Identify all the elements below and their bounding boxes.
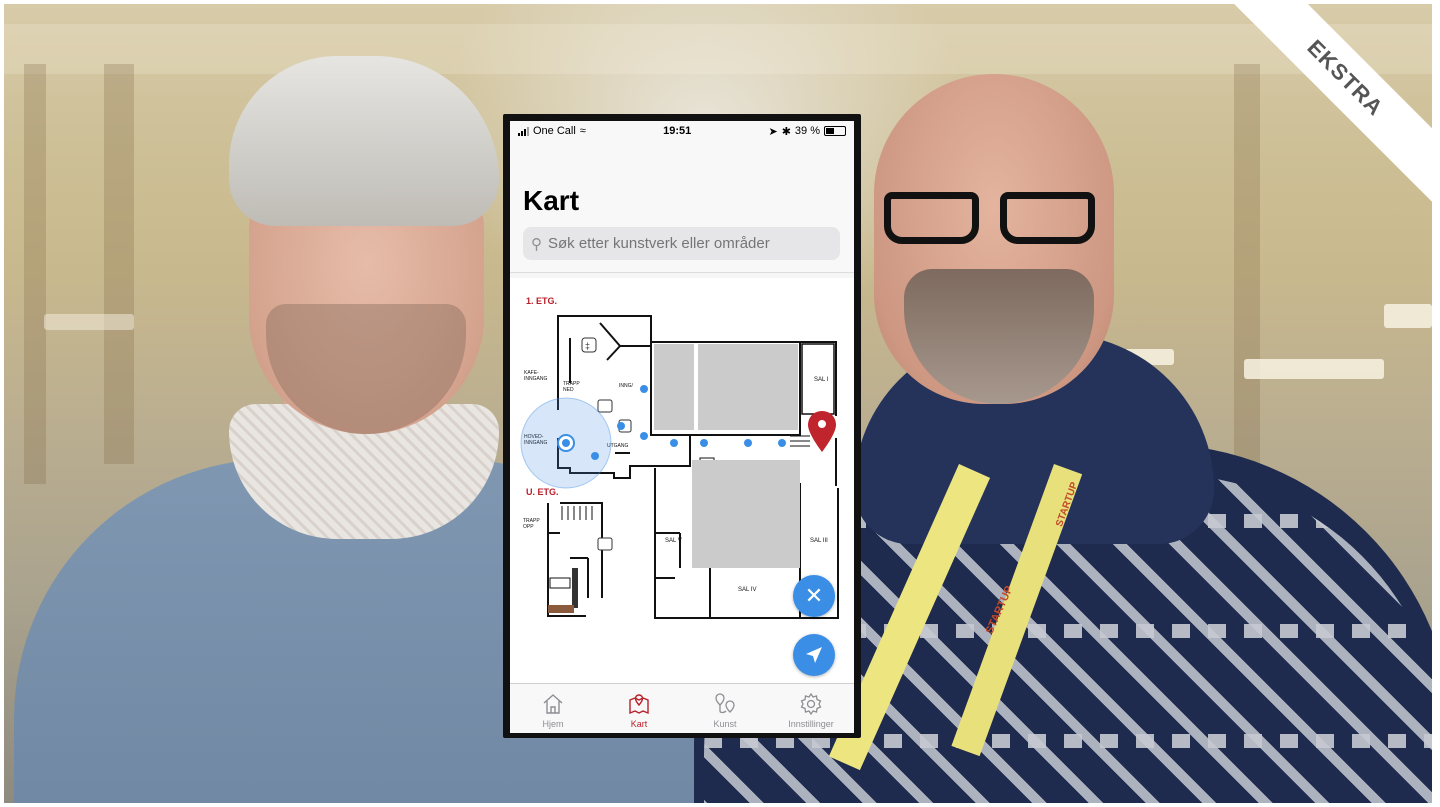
destination-pin-icon [808,411,836,452]
svg-text:NED: NED [563,387,574,393]
pins-icon [715,693,735,714]
clock: 19:51 [663,125,692,137]
map-header: Kart ⚲ [510,141,854,273]
close-icon: ✕ [804,583,824,608]
wifi-icon: ≈ [579,125,586,137]
svg-text:SAL V: SAL V [665,538,682,544]
status-bar: One Call ≈ 19:51 ➤ ✱ 39 % [510,121,854,141]
toilet-icon-lower [597,537,613,551]
battery-percent: 39 % [794,125,820,137]
locate-me-button[interactable] [793,634,835,676]
tab-innstillinger[interactable]: Innstillinger [768,684,854,733]
tab-kunst[interactable]: Kunst [682,684,768,733]
location-arrow-icon [806,647,822,663]
tab-bar: Hjem Kart Kunst Innstillinger [510,683,854,733]
signal-icon [518,126,529,136]
svg-text:SAL I: SAL I [814,377,829,383]
gear-icon [800,692,822,716]
home-icon [543,694,563,714]
toilet-icon [597,399,613,413]
close-route-button[interactable]: ✕ [793,575,835,617]
floor-u-label: U. ETG. [526,487,559,497]
floor-plan-drawing: 1. ETG. U. ETG. SAL I SAL V SAL III SAL … [520,296,839,619]
tab-kart[interactable]: Kart [596,684,682,733]
svg-text:INNG/: INNG/ [619,383,634,389]
carrier-name: One Call [533,125,576,137]
page-title: Kart [523,185,580,216]
battery-icon [824,126,846,136]
svg-text:SAL IV: SAL IV [738,587,756,593]
search-input[interactable] [548,235,818,252]
person-left-hair [229,56,499,226]
svg-text:OPP: OPP [523,524,534,530]
search-icon: ⚲ [531,235,542,253]
phone-screen: One Call ≈ 19:51 ➤ ✱ 39 % Kart ⚲ 1. ETG. [510,121,854,733]
svg-text:SAL III: SAL III [810,538,828,544]
search-bar[interactable]: ⚲ [523,227,840,260]
svg-text:INNGANG: INNGANG [524,376,547,382]
phone-frame: One Call ≈ 19:51 ➤ ✱ 39 % Kart ⚲ 1. ETG. [503,114,861,738]
floor-1-label: 1. ETG. [526,296,557,306]
floor-map[interactable]: 1. ETG. U. ETG. SAL I SAL V SAL III SAL … [510,278,854,698]
svg-text:‡: ‡ [585,341,590,351]
bluetooth-icon: ✱ [781,125,791,138]
glasses [884,192,979,244]
location-arrow-icon: ➤ [768,125,778,138]
tab-hjem[interactable]: Hjem [510,684,596,733]
map-icon [629,694,649,715]
